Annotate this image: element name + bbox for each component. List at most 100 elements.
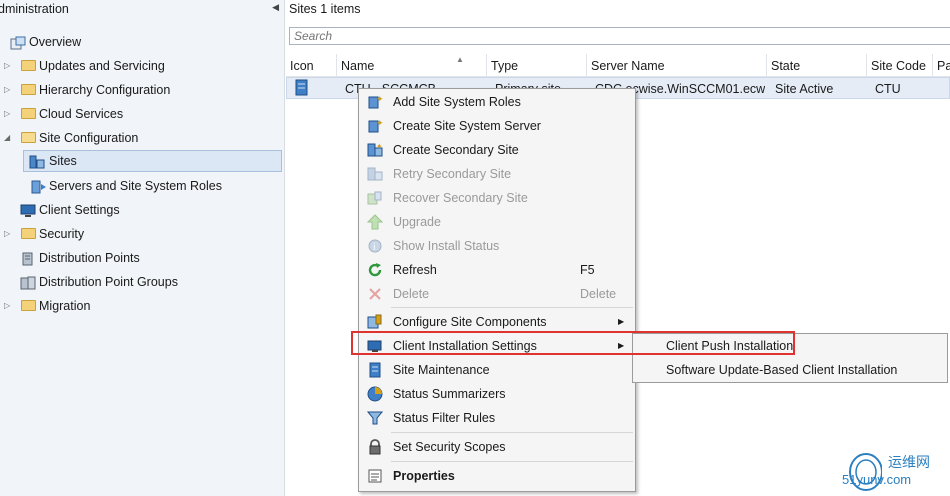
menu-separator bbox=[391, 307, 633, 308]
tree-item-sites[interactable]: Sites bbox=[23, 150, 282, 172]
retry-secondary-icon bbox=[367, 166, 383, 182]
expand-arrow-icon[interactable]: ▷ bbox=[4, 223, 14, 245]
refresh-shortcut: F5 bbox=[580, 263, 595, 277]
folder-icon bbox=[21, 83, 37, 97]
add-roles-icon: ✦ bbox=[367, 94, 384, 110]
tree-item-distribution-point-groups[interactable]: Distribution Point Groups bbox=[18, 271, 280, 293]
watermark: 运维网 51yunv.com bbox=[842, 448, 950, 494]
svg-text:✦: ✦ bbox=[376, 95, 383, 105]
refresh-icon bbox=[367, 262, 383, 278]
menu-item-client-push-installation[interactable]: Client Push Installation bbox=[634, 335, 946, 358]
expand-arrow-icon[interactable]: ▷ bbox=[4, 79, 14, 101]
tree-item-migration[interactable]: ▷ Migration bbox=[4, 295, 278, 317]
submenu-arrow-icon: ▶ bbox=[618, 341, 625, 350]
menu-item-add-site-system-roles[interactable]: ✦ Add Site System Roles bbox=[360, 90, 634, 114]
column-header-state[interactable]: State bbox=[766, 54, 866, 76]
folder-icon bbox=[21, 59, 37, 73]
tree-item-cloud-services[interactable]: ▷ Cloud Services bbox=[4, 103, 278, 125]
sort-ascending-icon: ▲ bbox=[456, 55, 464, 64]
expand-arrow-icon[interactable]: ▷ bbox=[4, 103, 14, 125]
tree-item-client-settings[interactable]: Client Settings bbox=[18, 199, 280, 221]
properties-icon bbox=[367, 468, 383, 484]
install-status-icon: i bbox=[367, 238, 383, 254]
distribution-points-icon bbox=[20, 251, 36, 266]
maintenance-icon bbox=[367, 362, 383, 378]
tree-item-updates-and-servicing[interactable]: ▷ Updates and Servicing bbox=[4, 55, 278, 77]
create-server-icon: ✦ bbox=[367, 118, 384, 134]
nav-header: dministration ◀ bbox=[0, 0, 285, 20]
folder-icon bbox=[21, 107, 37, 121]
collapse-arrow-icon[interactable]: ◢ bbox=[4, 127, 14, 149]
column-header-icon[interactable]: Icon bbox=[286, 54, 336, 76]
overview-icon bbox=[10, 35, 26, 50]
delete-shortcut: Delete bbox=[580, 287, 617, 301]
menu-item-create-secondary-site[interactable]: ✦ Create Secondary Site bbox=[360, 138, 634, 162]
search-box[interactable] bbox=[289, 27, 950, 45]
list-header: Sites 1 items bbox=[289, 2, 361, 16]
menu-item-set-security-scopes[interactable]: Set Security Scopes bbox=[360, 435, 634, 459]
tree-item-security[interactable]: ▷ Security bbox=[4, 223, 278, 245]
configure-components-icon bbox=[367, 314, 383, 330]
menu-item-refresh[interactable]: Refresh F5 bbox=[360, 258, 634, 282]
servers-icon bbox=[31, 179, 47, 194]
menu-item-create-site-system-server[interactable]: ✦ Create Site System Server bbox=[360, 114, 634, 138]
cell-site-code: CTU bbox=[875, 82, 901, 96]
column-header-name[interactable]: Name ▲ bbox=[336, 54, 486, 76]
svg-text:✦: ✦ bbox=[376, 119, 383, 129]
expand-arrow-icon[interactable]: ▷ bbox=[4, 295, 14, 317]
submenu-arrow-icon: ▶ bbox=[618, 317, 625, 326]
client-install-icon bbox=[367, 338, 383, 354]
menu-item-client-installation-settings[interactable]: Client Installation Settings ▶ bbox=[360, 334, 634, 358]
svg-text:i: i bbox=[373, 243, 376, 253]
context-menu: ✦ Add Site System Roles ✦ Create Site Sy… bbox=[358, 88, 636, 492]
create-secondary-icon: ✦ bbox=[367, 142, 383, 158]
tree-item-distribution-points[interactable]: Distribution Points bbox=[18, 247, 280, 269]
menu-separator bbox=[391, 461, 633, 462]
svg-text:✦: ✦ bbox=[376, 142, 383, 151]
column-header-type[interactable]: Type bbox=[486, 54, 586, 76]
column-header-site-code[interactable]: Site Code bbox=[866, 54, 932, 76]
column-header-parent[interactable]: Pa bbox=[932, 54, 950, 76]
menu-item-software-update-based-client-installation[interactable]: Software Update-Based Client Installatio… bbox=[634, 359, 946, 382]
menu-item-show-install-status[interactable]: i Show Install Status bbox=[360, 234, 634, 258]
folder-icon bbox=[21, 299, 37, 313]
upgrade-icon bbox=[366, 214, 384, 230]
sites-icon bbox=[29, 154, 45, 169]
folder-open-icon bbox=[21, 131, 37, 145]
watermark-bottom-text: 51yunv.com bbox=[842, 472, 912, 487]
collapse-pane-icon[interactable]: ◀ bbox=[272, 2, 279, 13]
menu-item-properties[interactable]: Properties bbox=[360, 464, 634, 488]
tree-item-site-configuration[interactable]: ◢ Site Configuration bbox=[4, 127, 278, 149]
menu-item-recover-secondary-site[interactable]: Recover Secondary Site bbox=[360, 186, 634, 210]
menu-item-upgrade[interactable]: Upgrade bbox=[360, 210, 634, 234]
folder-icon bbox=[21, 227, 37, 241]
menu-item-configure-site-components[interactable]: Configure Site Components ▶ bbox=[360, 310, 634, 334]
client-settings-icon bbox=[20, 203, 36, 217]
menu-item-status-summarizers[interactable]: Status Summarizers bbox=[360, 382, 634, 406]
summarizers-icon bbox=[367, 386, 383, 402]
expand-arrow-icon[interactable]: ▷ bbox=[4, 55, 14, 77]
tree-item-servers-and-site-system-roles[interactable]: Servers and Site System Roles bbox=[31, 175, 281, 197]
search-input[interactable] bbox=[290, 28, 950, 44]
column-header-name-label: Name bbox=[341, 59, 375, 73]
client-installation-submenu: Client Push Installation Software Update… bbox=[632, 333, 948, 383]
site-row-icon bbox=[295, 79, 309, 97]
tree-item-hierarchy-configuration[interactable]: ▷ Hierarchy Configuration bbox=[4, 79, 278, 101]
cell-state: Site Active bbox=[775, 82, 834, 96]
menu-item-delete[interactable]: Delete Delete bbox=[360, 282, 634, 306]
distribution-point-groups-icon bbox=[20, 275, 36, 290]
column-headers: Icon Name ▲ Type Server Name State Site … bbox=[286, 54, 950, 77]
security-scopes-icon bbox=[367, 439, 383, 455]
delete-icon bbox=[367, 286, 383, 302]
filter-rules-icon bbox=[366, 410, 384, 426]
menu-item-retry-secondary-site[interactable]: Retry Secondary Site bbox=[360, 162, 634, 186]
menu-item-status-filter-rules[interactable]: Status Filter Rules bbox=[360, 406, 634, 430]
recover-secondary-icon bbox=[367, 190, 383, 206]
navigation-pane: dministration ◀ Overview ▷ Updates and S… bbox=[0, 0, 285, 496]
menu-separator bbox=[391, 432, 633, 433]
menu-item-site-maintenance[interactable]: Site Maintenance bbox=[360, 358, 634, 382]
nav-title: dministration bbox=[0, 2, 69, 16]
tree-item-overview[interactable]: Overview bbox=[8, 31, 278, 53]
watermark-top-text: 运维网 bbox=[888, 454, 930, 470]
column-header-server-name[interactable]: Server Name bbox=[586, 54, 766, 76]
